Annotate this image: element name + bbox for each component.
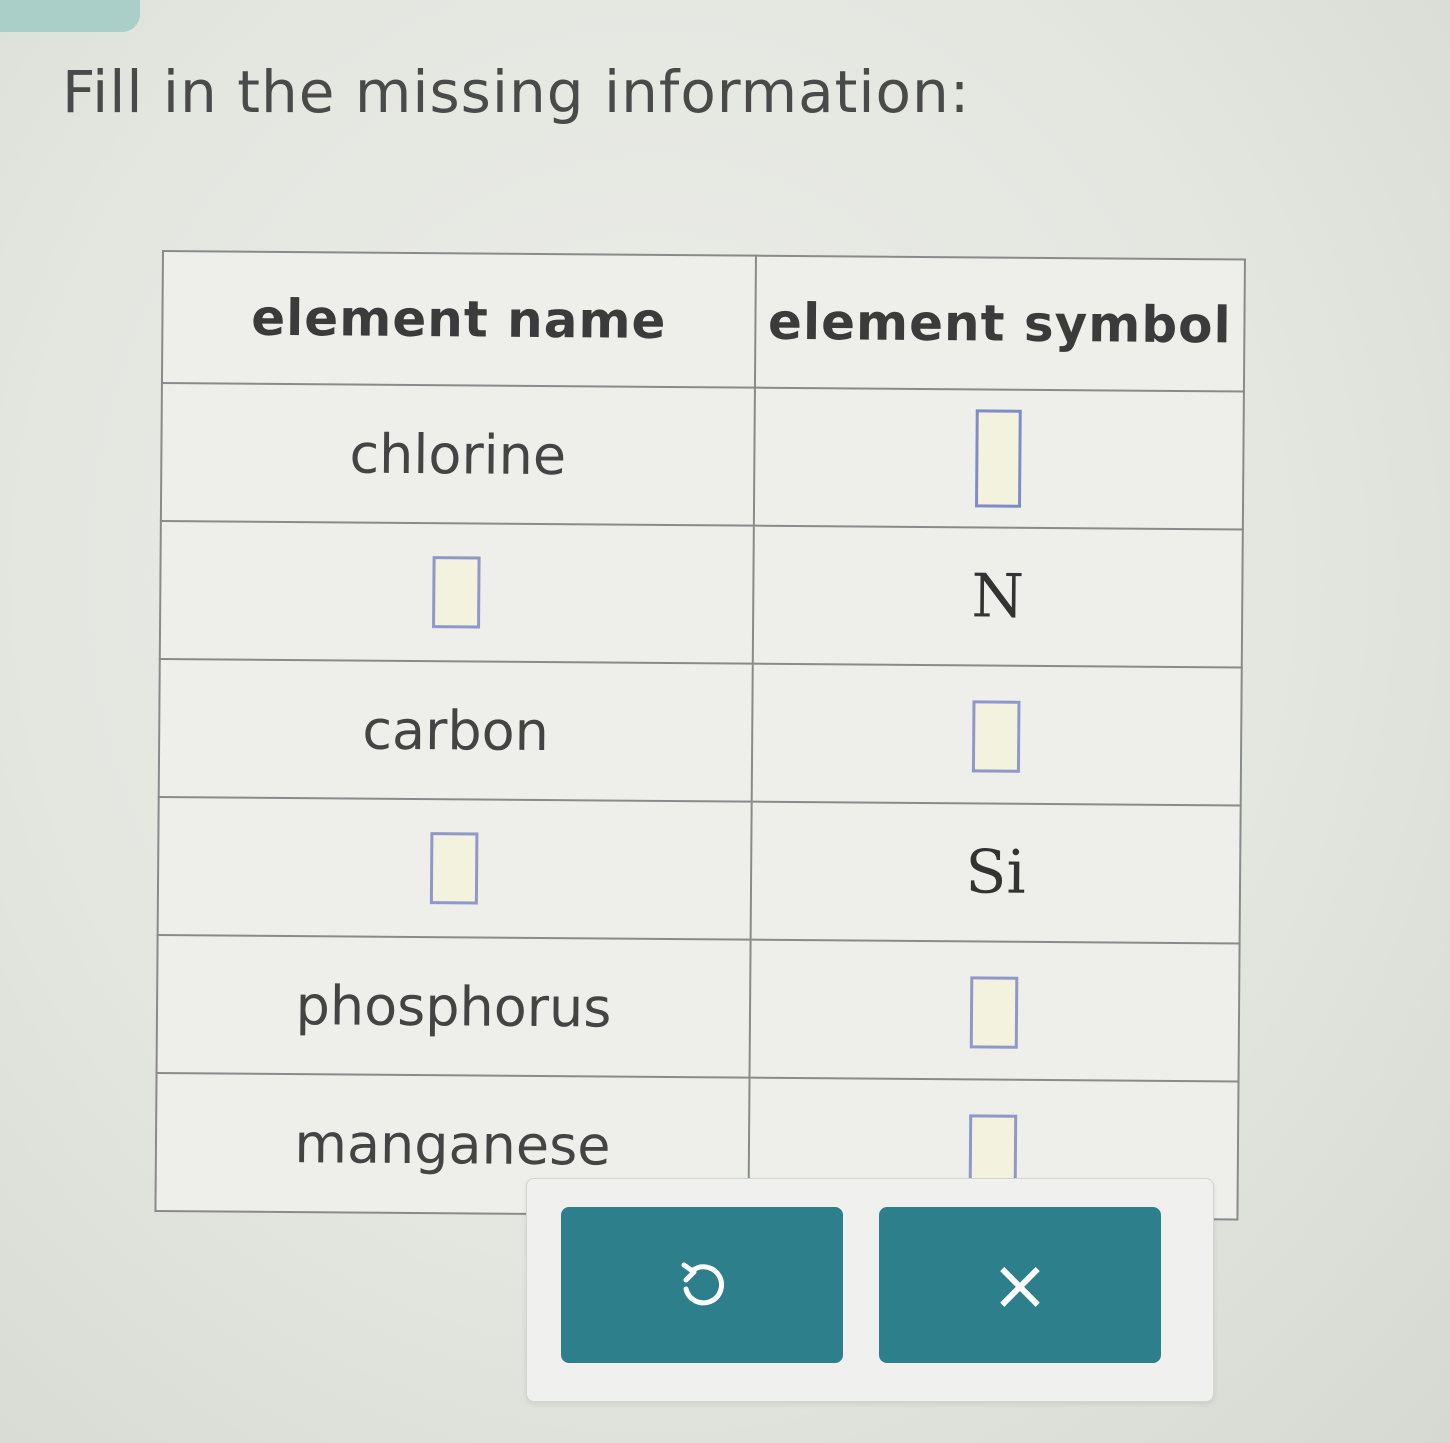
symbol-input-phosphorus[interactable] [970, 976, 1019, 1049]
undo-button[interactable] [561, 1207, 843, 1363]
header-element-name: element name [161, 251, 756, 388]
symbol-cell [751, 663, 1242, 806]
name-input-silicon[interactable] [430, 832, 479, 905]
symbol-cell: Si [750, 801, 1241, 944]
table-row: Si [157, 796, 1241, 944]
name-cell [159, 520, 754, 664]
undo-icon [681, 1262, 724, 1306]
symbol-cell [749, 939, 1240, 1082]
symbol-input-chlorine[interactable] [975, 409, 1023, 508]
table-row: N [159, 520, 1243, 668]
name-cell: phosphorus [156, 934, 751, 1078]
table-row: chlorine [160, 383, 1244, 530]
symbol-cell: N [752, 525, 1243, 668]
name-cell [157, 796, 752, 940]
element-table: element name element symbol chlorine N c… [154, 250, 1246, 1221]
element-table-wrapper: element name element symbol chlorine N c… [154, 250, 1262, 1221]
symbol-cell [753, 387, 1244, 530]
name-cell: chlorine [160, 383, 755, 526]
clear-button[interactable]: × [879, 1207, 1161, 1363]
table-row: carbon [158, 658, 1242, 806]
action-panel: × [526, 1178, 1214, 1402]
table-row: phosphorus [156, 934, 1240, 1082]
symbol-input-carbon[interactable] [972, 700, 1021, 773]
symbol-input-manganese[interactable] [969, 1114, 1018, 1187]
prompt-text: Fill in the missing information: [62, 58, 971, 126]
name-cell: carbon [158, 658, 753, 802]
table-header-row: element name element symbol [161, 251, 1245, 392]
header-element-symbol: element symbol [754, 255, 1245, 392]
name-input-nitrogen[interactable] [432, 556, 482, 629]
top-tab [0, 0, 140, 32]
close-icon: × [990, 1244, 1050, 1326]
